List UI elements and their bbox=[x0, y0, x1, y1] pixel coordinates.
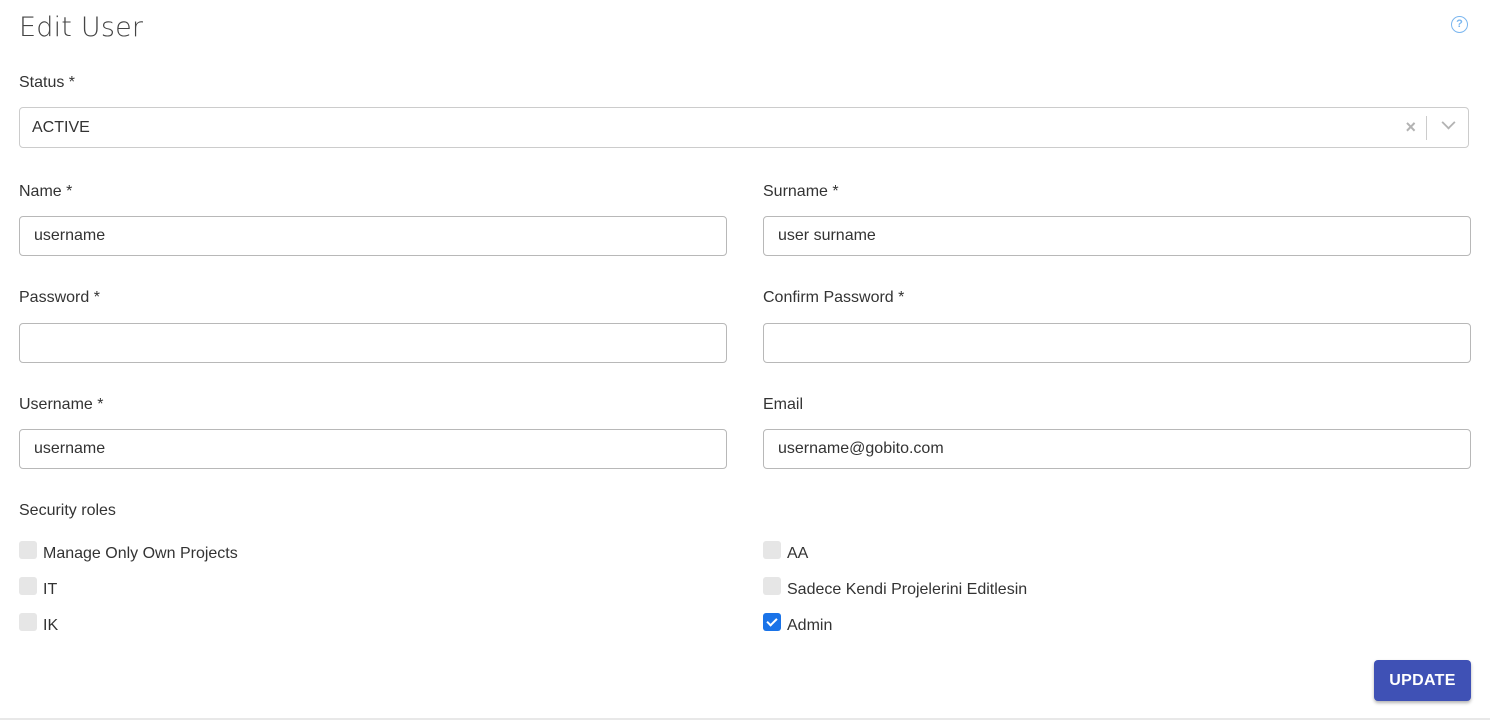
confirm-password-input[interactable] bbox=[763, 323, 1471, 363]
password-label: Password * bbox=[19, 289, 100, 306]
name-input[interactable] bbox=[19, 216, 727, 256]
username-input[interactable] bbox=[19, 429, 727, 469]
select-separator bbox=[1426, 116, 1427, 140]
email-label: Email bbox=[763, 396, 804, 413]
checkbox[interactable] bbox=[19, 613, 37, 631]
update-button[interactable]: UPDATE bbox=[1374, 660, 1471, 701]
checkbox[interactable] bbox=[19, 541, 37, 559]
surname-input[interactable] bbox=[763, 216, 1471, 256]
role-aa[interactable]: AA bbox=[763, 541, 809, 563]
password-input[interactable] bbox=[19, 323, 727, 363]
role-sadece-kendi-projelerini-editlesin[interactable]: Sadece Kendi Projelerini Editlesin bbox=[763, 577, 1028, 599]
security-roles-label: Security roles bbox=[19, 502, 116, 519]
role-manage-only-own-projects[interactable]: Manage Only Own Projects bbox=[19, 541, 238, 563]
chevron-down-icon[interactable] bbox=[1441, 115, 1456, 130]
role-label: Admin bbox=[787, 617, 833, 634]
surname-label: Surname * bbox=[763, 183, 839, 200]
checkbox[interactable] bbox=[19, 577, 37, 595]
role-label: Sadece Kendi Projelerini Editlesin bbox=[787, 581, 1028, 598]
clear-icon[interactable]: × bbox=[1405, 117, 1416, 138]
page-title: Edit User bbox=[19, 12, 144, 43]
confirm-password-label: Confirm Password * bbox=[763, 289, 905, 306]
role-label: IT bbox=[43, 581, 58, 598]
role-label: AA bbox=[787, 545, 809, 562]
email-input[interactable] bbox=[763, 429, 1471, 469]
status-select[interactable]: ACTIVE × bbox=[19, 107, 1469, 148]
role-label: Manage Only Own Projects bbox=[43, 545, 238, 562]
checkbox[interactable] bbox=[763, 541, 781, 559]
role-admin[interactable]: Admin bbox=[763, 613, 833, 635]
checkbox-checked[interactable] bbox=[763, 613, 781, 631]
help-icon[interactable]: ? bbox=[1451, 16, 1468, 33]
status-label: Status * bbox=[19, 74, 76, 91]
status-value: ACTIVE bbox=[32, 119, 90, 136]
role-it[interactable]: IT bbox=[19, 577, 58, 599]
role-ik[interactable]: IK bbox=[19, 613, 59, 635]
checkbox[interactable] bbox=[763, 577, 781, 595]
name-label: Name * bbox=[19, 183, 73, 200]
username-label: Username * bbox=[19, 396, 104, 413]
role-label: IK bbox=[43, 617, 59, 634]
